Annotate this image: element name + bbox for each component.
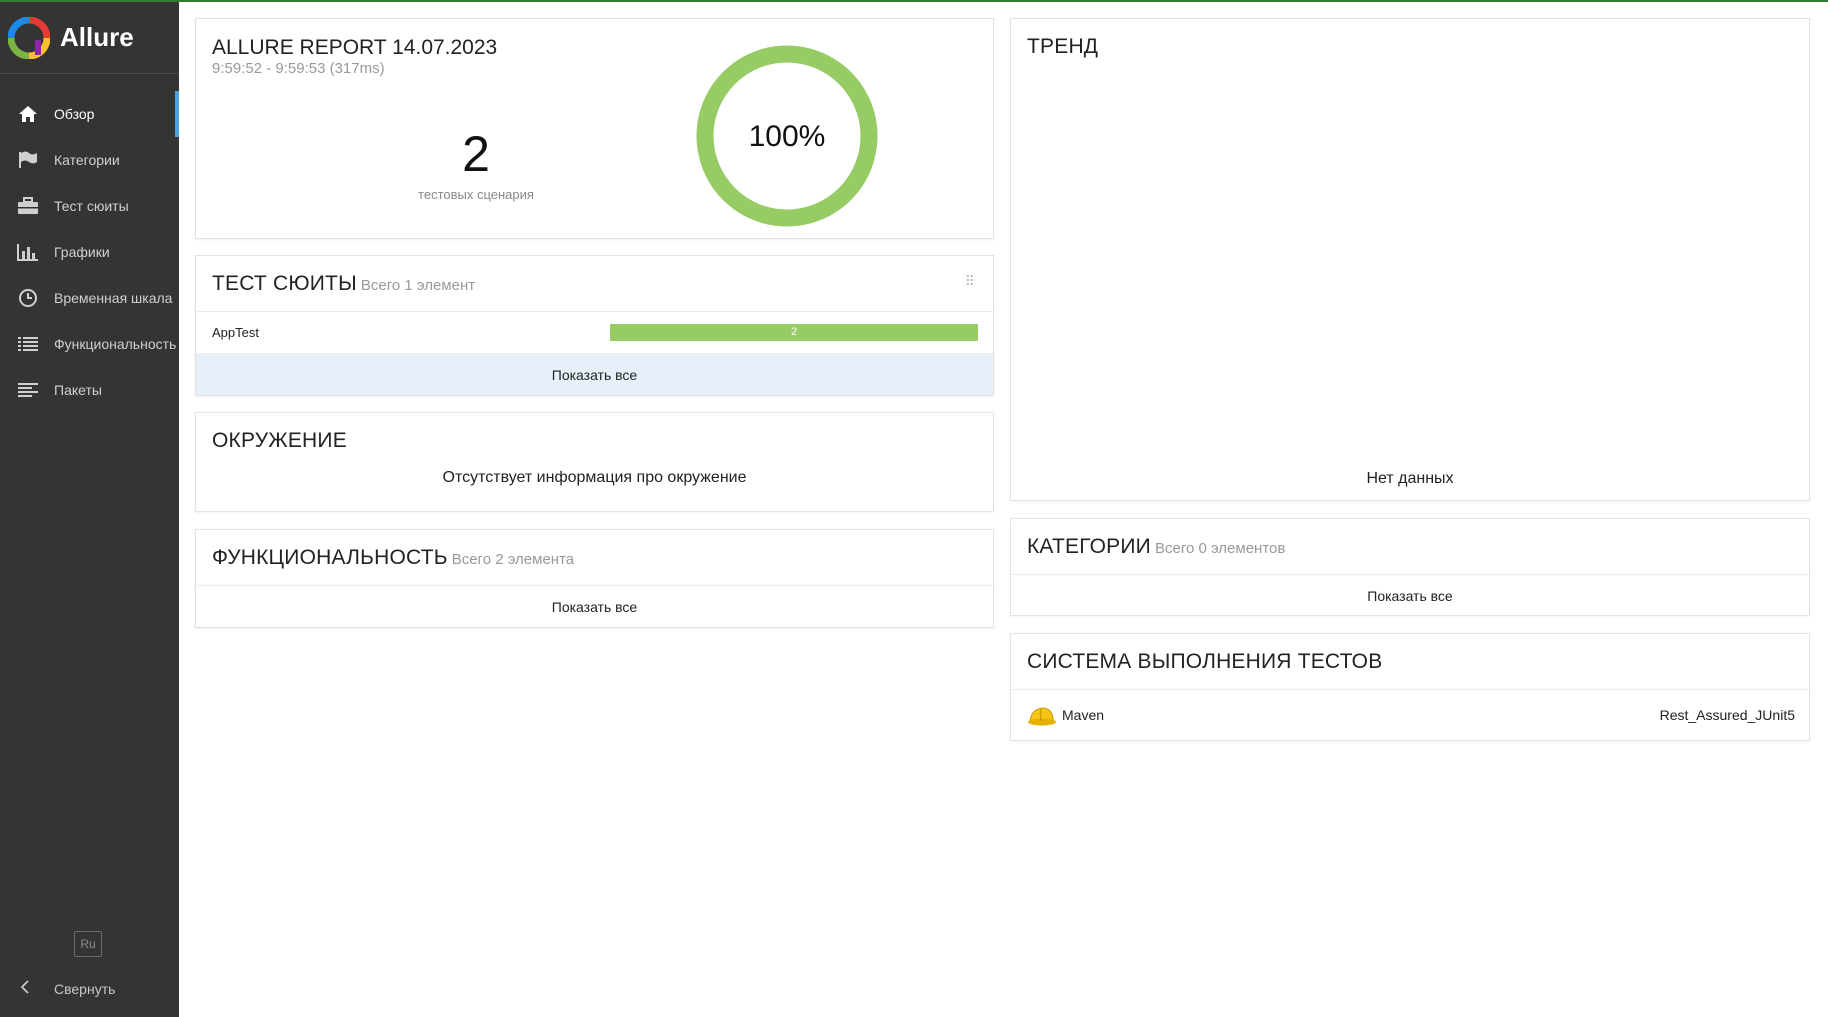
brand-name: Allure (60, 22, 134, 52)
sidebar-item-label: Пакеты (54, 382, 102, 398)
categories-subtitle: Всего 0 элементов (1154, 540, 1286, 557)
suite-status-bar: 2 (610, 324, 978, 341)
suites-header: ТЕСТ СЮИТЫ Всего 1 элемент ⠿ (196, 256, 993, 312)
sidebar-item-timeline[interactable]: Временная шкала (0, 275, 179, 321)
categories-show-all-button[interactable]: Показать все (1011, 575, 1809, 616)
executor-name: Maven (1062, 707, 1105, 723)
report-title: ALLURE REPORT 14.07.2023 (212, 36, 498, 59)
maven-hat-icon (1028, 707, 1056, 726)
sidebar-item-label: Графики (54, 244, 110, 260)
summary-widget: ALLURE REPORT 14.07.2023 9:59:52 - 9:59:… (195, 18, 994, 239)
bar-chart-icon (17, 241, 39, 263)
sidebar-item-label: Категории (54, 152, 120, 168)
briefcase-icon (17, 195, 39, 217)
top-accent-line (0, 0, 1828, 2)
drag-handle-icon[interactable]: ⠿ (965, 273, 975, 290)
sidebar-item-suites[interactable]: Тест сюиты (0, 183, 179, 229)
environment-message: Отсутствует информация про окружение (442, 469, 747, 486)
sidebar-item-categories[interactable]: Категории (0, 137, 179, 183)
sidebar-item-label: Тест сюиты (54, 198, 129, 214)
executor-build-link[interactable]: Rest_Assured_JUnit5 (1660, 707, 1795, 723)
collapse-button[interactable]: Свернуть (20, 980, 115, 997)
trend-title: ТРЕНД (1027, 35, 1099, 58)
categories-title: КАТЕГОРИИ Всего 0 элементов (1027, 535, 1285, 558)
executors-widget: СИСТЕМА ВЫПОЛНЕНИЯ ТЕСТОВ Maven Rest_Ass… (1010, 633, 1810, 741)
features-header: ФУНКЦИОНАЛЬНОСТЬ Всего 2 элемента (196, 530, 993, 586)
success-rate-label: 100% (749, 120, 826, 153)
home-icon (17, 103, 39, 125)
categories-header: КАТЕГОРИИ Всего 0 элементов (1011, 519, 1809, 575)
test-count: 2 (462, 126, 490, 182)
sidebar-item-graphs[interactable]: Графики (0, 229, 179, 275)
suite-name: AppTest (212, 325, 259, 340)
trend-widget: ТРЕНД Нет данных (1010, 18, 1810, 501)
sidebar-nav: Обзор Категории Тест сюиты Графики Време… (0, 91, 179, 413)
executors-title: СИСТЕМА ВЫПОЛНЕНИЯ ТЕСТОВ (1027, 650, 1383, 673)
executors-header: СИСТЕМА ВЫПОЛНЕНИЯ ТЕСТОВ (1011, 634, 1809, 690)
features-title-text: ФУНКЦИОНАЛЬНОСТЬ (212, 546, 448, 569)
sidebar-item-label: Временная шкала (54, 290, 173, 306)
report-time: 9:59:52 - 9:59:53 (317ms) (212, 60, 385, 77)
suites-widget: ТЕСТ СЮИТЫ Всего 1 элемент ⠿ AppTest 2 По… (195, 255, 994, 396)
features-widget: ФУНКЦИОНАЛЬНОСТЬ Всего 2 элемента Показат… (195, 529, 994, 628)
features-subtitle: Всего 2 элемента (451, 551, 575, 568)
environment-title: ОКРУЖЕНИЕ (212, 429, 347, 452)
features-title: ФУНКЦИОНАЛЬНОСТЬ Всего 2 элемента (212, 546, 574, 569)
suites-title: ТЕСТ СЮИТЫ Всего 1 элемент (212, 272, 475, 295)
test-count-label: тестовых сценария (418, 187, 534, 202)
collapse-label: Свернуть (54, 980, 116, 997)
trend-no-data: Нет данных (1366, 470, 1454, 487)
suites-subtitle: Всего 1 элемент (360, 277, 476, 294)
executor-row[interactable]: Maven Rest_Assured_JUnit5 (1011, 690, 1809, 740)
align-left-icon (17, 379, 39, 401)
environment-header: ОКРУЖЕНИЕ (196, 413, 993, 461)
language-switcher[interactable]: Ru (74, 931, 102, 957)
suites-title-text: ТЕСТ СЮИТЫ (212, 272, 357, 295)
allure-logo-icon (8, 16, 50, 59)
success-rate-donut[interactable]: 100% (695, 44, 879, 228)
table-row[interactable]: AppTest 2 (196, 312, 993, 354)
sidebar-item-behaviors[interactable]: Функциональность (0, 321, 179, 367)
sidebar: Allure Обзор Категории Тест сюиты График… (0, 2, 179, 1017)
flag-icon (17, 149, 39, 171)
list-icon (17, 333, 39, 355)
brand[interactable]: Allure (0, 2, 179, 74)
trend-header: ТРЕНД (1011, 19, 1809, 75)
clock-icon (17, 287, 39, 309)
categories-title-text: КАТЕГОРИИ (1027, 535, 1151, 558)
features-show-all-button[interactable]: Показать все (196, 586, 993, 627)
sidebar-item-packages[interactable]: Пакеты (0, 367, 179, 413)
sidebar-item-label: Обзор (54, 106, 95, 122)
categories-widget: КАТЕГОРИИ Всего 0 элементов Показать все (1010, 518, 1810, 616)
sidebar-item-overview[interactable]: Обзор (0, 91, 179, 137)
sidebar-item-label: Функциональность (54, 336, 177, 352)
suites-show-all-button[interactable]: Показать все (196, 354, 993, 395)
chevron-left-icon (20, 980, 34, 997)
environment-widget: ОКРУЖЕНИЕ Отсутствует информация про окр… (195, 412, 994, 512)
